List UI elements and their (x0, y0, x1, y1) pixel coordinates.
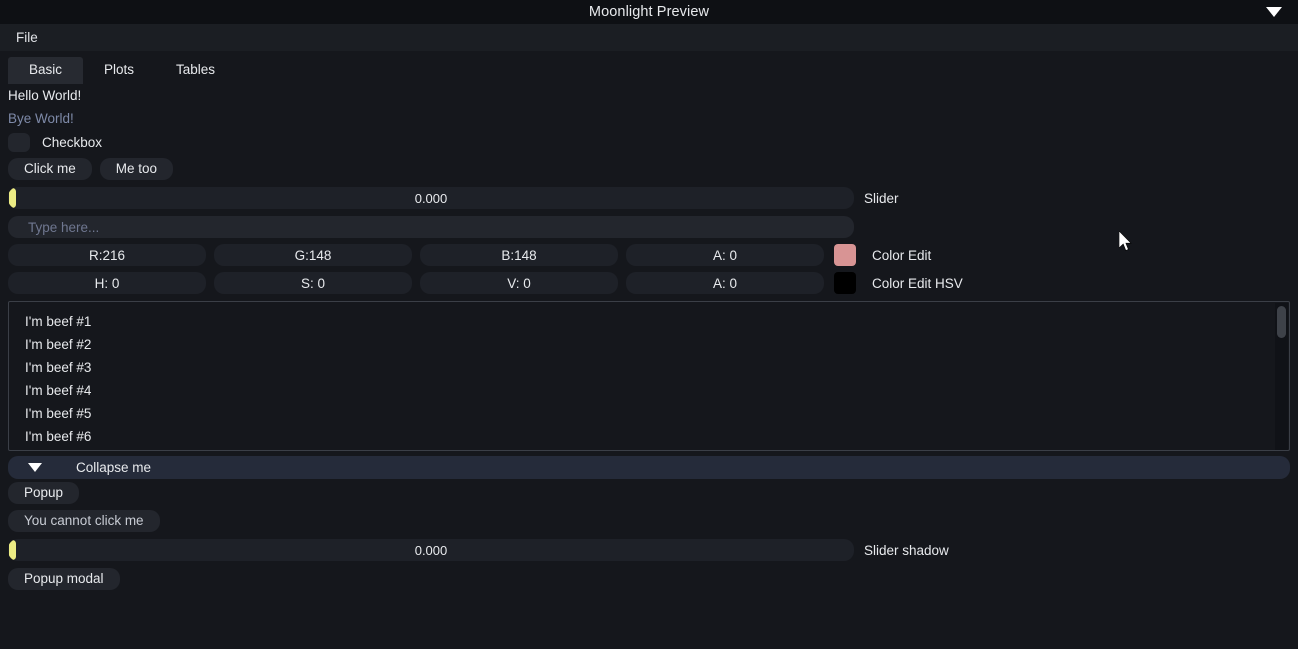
color-field-s[interactable]: S: 0 (214, 272, 412, 294)
window-title: Moonlight Preview (588, 4, 710, 20)
list-scrollbar-thumb[interactable] (1277, 306, 1286, 338)
checkbox-row: Checkbox (0, 130, 1298, 155)
popup-modal-button[interactable]: Popup modal (8, 568, 120, 590)
slider-shadow-handle[interactable] (9, 540, 16, 560)
cannot-click-button: You cannot click me (8, 510, 160, 532)
list-item[interactable]: I'm beef #5 (25, 402, 1289, 425)
tab-bar: Basic Plots Tables (0, 56, 1298, 84)
color-field-r[interactable]: R:216 (8, 244, 206, 266)
slider-label: Slider (864, 190, 899, 206)
slider-row: 0.000 Slider (0, 183, 1298, 213)
collapse-header[interactable]: Collapse me (8, 456, 1290, 479)
list-item[interactable]: I'm beef #2 (25, 333, 1289, 356)
color-edit-hsv-label: Color Edit HSV (872, 275, 963, 291)
text-input[interactable] (8, 216, 854, 238)
list-box: I'm beef #1 I'm beef #2 I'm beef #3 I'm … (8, 301, 1290, 451)
collapse-title: Collapse me (76, 460, 152, 475)
color-field-h[interactable]: H: 0 (8, 272, 206, 294)
color-field-a[interactable]: A: 0 (626, 244, 824, 266)
popup-modal-button-row: Popup modal (0, 565, 1298, 593)
color-edit-row: R:216 G:148 B:148 A: 0 Color Edit (0, 241, 1298, 269)
bye-world-text: Bye World! (8, 111, 74, 126)
color-edit-hsv-row: H: 0 S: 0 V: 0 A: 0 Color Edit HSV (0, 269, 1298, 297)
tab-plots[interactable]: Plots (83, 57, 155, 84)
color-field-g[interactable]: G:148 (214, 244, 412, 266)
popup-button[interactable]: Popup (8, 482, 80, 504)
checkbox-label: Checkbox (42, 135, 103, 150)
list-item[interactable]: I'm beef #1 (25, 310, 1289, 333)
triangle-down-icon[interactable] (28, 463, 42, 472)
color-field-b[interactable]: B:148 (420, 244, 618, 266)
color-swatch-hsv[interactable] (834, 272, 856, 294)
slider-value: 0.000 (414, 190, 448, 206)
slider-shadow-track[interactable]: 0.000 (8, 539, 854, 561)
color-field-hsv-a[interactable]: A: 0 (626, 272, 824, 294)
list-item[interactable]: I'm beef #4 (25, 379, 1289, 402)
hello-world-text: Hello World! (8, 88, 82, 103)
title-bar: Moonlight Preview (0, 0, 1298, 24)
slider-handle[interactable] (9, 188, 16, 208)
list-box-items: I'm beef #1 I'm beef #2 I'm beef #3 I'm … (9, 302, 1289, 448)
list-box-wrap: I'm beef #1 I'm beef #2 I'm beef #3 I'm … (0, 297, 1298, 451)
greeting-block: Hello World! Bye World! (0, 84, 1298, 130)
popup-button-row: Popup (0, 479, 1298, 507)
text-input-row (0, 213, 1298, 241)
click-me-button[interactable]: Click me (8, 158, 92, 180)
chevron-down-icon[interactable] (1266, 7, 1282, 17)
collapse-wrap: Collapse me (0, 451, 1298, 479)
tab-tables[interactable]: Tables (155, 57, 236, 84)
application-window: Moonlight Preview File Basic Plots Table… (0, 0, 1298, 649)
slider-shadow-label: Slider shadow (864, 542, 949, 558)
color-field-v[interactable]: V: 0 (420, 272, 618, 294)
menu-bar: File (0, 24, 1298, 51)
me-too-button[interactable]: Me too (99, 158, 174, 180)
list-item[interactable]: I'm beef #6 (25, 425, 1289, 448)
disabled-button-row: You cannot click me (0, 507, 1298, 535)
list-scrollbar[interactable] (1275, 303, 1288, 450)
checkbox-input[interactable] (8, 133, 30, 152)
color-swatch-rgb[interactable] (834, 244, 856, 266)
menu-item-file[interactable]: File (12, 28, 42, 47)
tab-basic[interactable]: Basic (8, 57, 84, 84)
main-content: Basic Plots Tables Hello World! Bye Worl… (0, 56, 1298, 649)
slider-shadow-value: 0.000 (414, 542, 448, 558)
button-row: Click me Me too (0, 155, 1298, 183)
slider-track[interactable]: 0.000 (8, 187, 854, 209)
slider-shadow-row: 0.000 Slider shadow (0, 535, 1298, 565)
list-item[interactable]: I'm beef #3 (25, 356, 1289, 379)
color-edit-label: Color Edit (872, 247, 932, 263)
